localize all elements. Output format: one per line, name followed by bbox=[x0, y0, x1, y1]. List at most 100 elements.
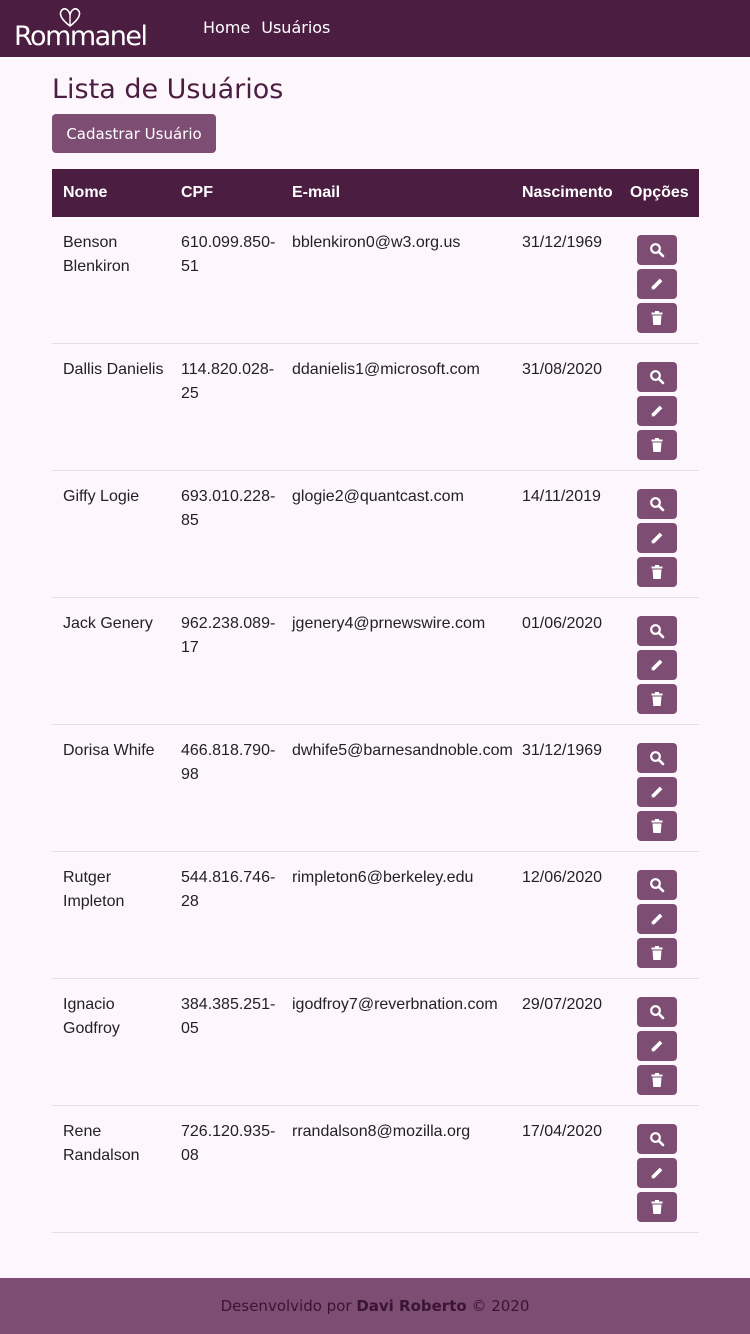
search-icon bbox=[650, 751, 665, 766]
cell-email: rrandalson8@mozilla.org bbox=[292, 1123, 471, 1140]
cell-nome: Giffy Logie bbox=[63, 488, 140, 505]
table-header: Nome CPF E-mail Nascimento Opções bbox=[52, 169, 699, 217]
row-options bbox=[637, 743, 677, 845]
cell-nascimento: 31/12/1969 bbox=[522, 234, 603, 251]
delete-button[interactable] bbox=[637, 684, 677, 714]
table-row: Rene Randalson 726.120.935-08 rrandalson8@… bbox=[52, 1106, 699, 1233]
cell-email: igodfroy7@reverbnation.com bbox=[292, 996, 498, 1013]
edit-button[interactable] bbox=[637, 904, 677, 934]
table-row: Dorisa Whife 466.818.790-98 dwhife5@barnes… bbox=[52, 725, 699, 852]
row-options bbox=[637, 997, 677, 1099]
cell-cpf: 693.010.228-85 bbox=[181, 488, 276, 529]
row-options bbox=[637, 616, 677, 718]
footer-author: Davi Roberto bbox=[356, 1297, 467, 1315]
delete-button[interactable] bbox=[637, 938, 677, 968]
cell-nascimento: 12/06/2020 bbox=[522, 869, 603, 886]
nav-link-home[interactable]: Home bbox=[203, 18, 250, 38]
edit-button[interactable] bbox=[637, 523, 677, 553]
cell-nome: Rene Randalson bbox=[63, 1123, 140, 1164]
edit-button[interactable] bbox=[637, 777, 677, 807]
row-options bbox=[637, 362, 677, 464]
cell-email: dwhife5@barnesandnoble.com bbox=[292, 742, 513, 759]
trash-icon bbox=[651, 819, 663, 833]
delete-button[interactable] bbox=[637, 557, 677, 587]
cell-email: ddanielis1@microsoft.com bbox=[292, 361, 480, 378]
view-button[interactable] bbox=[637, 362, 677, 392]
view-button[interactable] bbox=[637, 743, 677, 773]
edit-button[interactable] bbox=[637, 269, 677, 299]
trash-icon bbox=[651, 438, 663, 452]
cell-email: jgenery4@prnewswire.com bbox=[292, 615, 486, 632]
delete-button[interactable] bbox=[637, 430, 677, 460]
search-icon bbox=[650, 1132, 665, 1147]
edit-button[interactable] bbox=[637, 396, 677, 426]
edit-button[interactable] bbox=[637, 1158, 677, 1188]
cell-email: glogie2@quantcast.com bbox=[292, 488, 464, 505]
cell-cpf: 114.820.028-25 bbox=[181, 361, 275, 402]
table-body: Benson Blenkiron 610.099.850-51 bblenkiron… bbox=[52, 217, 699, 1233]
view-button[interactable] bbox=[637, 235, 677, 265]
footer-suffix: © 2020 bbox=[466, 1297, 530, 1315]
page-title: Lista de Usuários bbox=[52, 74, 284, 105]
cell-email: rimpleton6@berkeley.edu bbox=[292, 869, 474, 886]
row-options bbox=[637, 870, 677, 972]
add-user-button[interactable]: Cadastrar Usuário bbox=[52, 114, 216, 153]
pencil-icon bbox=[651, 278, 663, 290]
table-row: Giffy Logie 693.010.228-85 glogie2@quantca… bbox=[52, 471, 699, 598]
cell-nascimento: 31/12/1969 bbox=[522, 742, 603, 759]
cell-email: bblenkiron0@w3.org.us bbox=[292, 234, 461, 251]
table-row: Benson Blenkiron 610.099.850-51 bblenkiron… bbox=[52, 217, 699, 344]
header-cpf: CPF bbox=[181, 184, 213, 201]
search-icon bbox=[650, 624, 665, 639]
nav-link-usuarios[interactable]: Usuários bbox=[261, 18, 330, 38]
trash-icon bbox=[651, 946, 663, 960]
cell-nome: Ignacio Godfroy bbox=[63, 996, 120, 1037]
trash-icon bbox=[651, 311, 663, 325]
header-email: E-mail bbox=[292, 184, 341, 201]
view-button[interactable] bbox=[637, 870, 677, 900]
cell-nascimento: 17/04/2020 bbox=[522, 1123, 603, 1140]
header-nascimento: Nascimento bbox=[522, 184, 613, 201]
delete-button[interactable] bbox=[637, 811, 677, 841]
header-opcoes: Opções bbox=[630, 184, 689, 201]
cell-cpf: 466.818.790-98 bbox=[181, 742, 276, 783]
cell-cpf: 610.099.850-51 bbox=[181, 234, 276, 275]
header-nome: Nome bbox=[63, 184, 108, 201]
trash-icon bbox=[651, 565, 663, 579]
cell-cpf: 962.238.089-17 bbox=[181, 615, 276, 656]
table-row: Jack Genery 962.238.089-17 jgenery4@prnews… bbox=[52, 598, 699, 725]
view-button[interactable] bbox=[637, 489, 677, 519]
edit-button[interactable] bbox=[637, 650, 677, 680]
pencil-icon bbox=[651, 1167, 663, 1179]
cell-nascimento: 14/11/2019 bbox=[522, 488, 601, 505]
brand-logo[interactable]: Rommanel bbox=[14, 6, 148, 52]
search-icon bbox=[650, 878, 665, 893]
footer: Desenvolvido por Davi Roberto © 2020 bbox=[0, 1278, 750, 1334]
trash-icon bbox=[651, 1200, 663, 1214]
delete-button[interactable] bbox=[637, 1065, 677, 1095]
search-icon bbox=[650, 497, 665, 512]
pencil-icon bbox=[651, 405, 663, 417]
trash-icon bbox=[651, 692, 663, 706]
search-icon bbox=[650, 370, 665, 385]
view-button[interactable] bbox=[637, 997, 677, 1027]
delete-button[interactable] bbox=[637, 303, 677, 333]
footer-prefix: Desenvolvido por bbox=[220, 1297, 357, 1315]
cell-nome: Benson Blenkiron bbox=[63, 234, 130, 275]
cell-nascimento: 31/08/2020 bbox=[522, 361, 603, 378]
cell-nascimento: 29/07/2020 bbox=[522, 996, 603, 1013]
trash-icon bbox=[651, 1073, 663, 1087]
navbar: Rommanel Home Usuários bbox=[0, 0, 750, 57]
table-row: Ignacio Godfroy 384.385.251-05 igodfroy7@r… bbox=[52, 979, 699, 1106]
delete-button[interactable] bbox=[637, 1192, 677, 1222]
view-button[interactable] bbox=[637, 1124, 677, 1154]
footer-text: Desenvolvido por Davi Roberto © 2020 bbox=[0, 1297, 750, 1315]
cell-nome: Rutger Impleton bbox=[63, 869, 125, 910]
view-button[interactable] bbox=[637, 616, 677, 646]
cell-cpf: 544.816.746-28 bbox=[181, 869, 276, 910]
row-options bbox=[637, 1124, 677, 1226]
edit-button[interactable] bbox=[637, 1031, 677, 1061]
row-options bbox=[637, 235, 677, 337]
search-icon bbox=[650, 1005, 665, 1020]
pencil-icon bbox=[651, 1040, 663, 1052]
